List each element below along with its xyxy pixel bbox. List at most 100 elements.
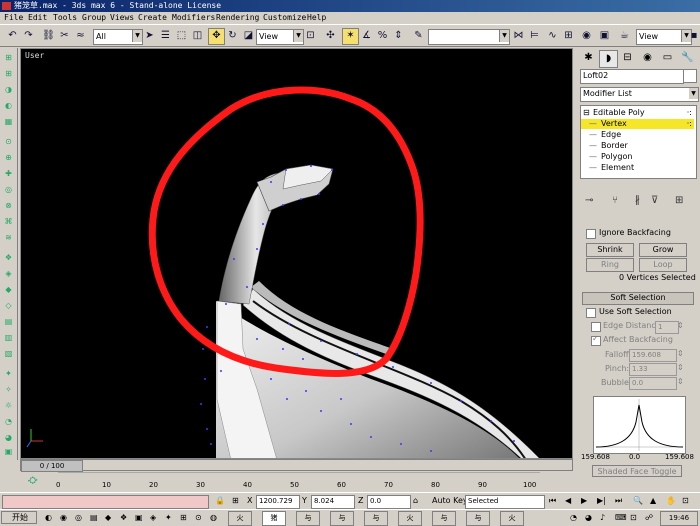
soft-selection-rollout-header[interactable]: Soft Selection: [582, 292, 694, 305]
quicklaunch-icon-8[interactable]: ◈: [150, 513, 156, 523]
select-scale-icon[interactable]: ◪: [240, 28, 257, 45]
render-last-icon[interactable]: ▪: [688, 28, 700, 45]
stack-item-border[interactable]: — Border: [581, 141, 694, 151]
z-coordinate-field[interactable]: 0.0: [367, 495, 411, 509]
track-bar[interactable]: 0 10 20 30 40 50 60 70 80 90 100: [20, 472, 550, 492]
object-name-field[interactable]: Loft02: [580, 69, 684, 84]
taskbar-item[interactable]: 火: [500, 511, 524, 526]
quicklaunch-icon-3[interactable]: ◎: [75, 513, 82, 523]
play-icon[interactable]: ▶: [581, 496, 587, 506]
start-button[interactable]: 开始: [1, 511, 37, 524]
quicklaunch-icon-4[interactable]: ▤: [90, 513, 98, 523]
bind-spacewarp-icon[interactable]: ≈: [72, 28, 89, 45]
unlink-icon[interactable]: ✂: [56, 28, 73, 45]
selection-filter-dropdown[interactable]: All ▼: [93, 29, 143, 45]
select-object-icon[interactable]: ➤: [141, 28, 158, 45]
tool-icon-11[interactable]: ⌘: [2, 216, 15, 227]
tray-icon-4[interactable]: ⌨: [615, 513, 627, 523]
quicklaunch-icon-10[interactable]: ⊞: [180, 513, 187, 523]
tool-icon-9[interactable]: ◎: [2, 184, 15, 195]
render-scene-icon[interactable]: ▣: [596, 28, 613, 45]
time-slider[interactable]: 0 / 100: [20, 459, 573, 472]
taskbar-item[interactable]: 火: [398, 511, 422, 526]
mirror-icon[interactable]: ⋈: [510, 28, 527, 45]
pivot-center-icon[interactable]: ⊡: [302, 28, 319, 45]
redo-icon[interactable]: ↷: [20, 28, 37, 45]
tool-icon-3[interactable]: ◑: [2, 84, 15, 95]
spinner-arrows-icon[interactable]: ⇕: [677, 377, 684, 387]
quicklaunch-icon-1[interactable]: ◐: [45, 513, 52, 523]
menu-views[interactable]: Views: [110, 12, 134, 24]
mini-listener-icon[interactable]: ⛮: [28, 476, 37, 486]
quicklaunch-icon-2[interactable]: ◉: [60, 513, 67, 523]
spinner-arrows-icon[interactable]: ⇕: [677, 349, 684, 359]
show-end-result-icon[interactable]: ⑂: [612, 195, 618, 206]
tool-icon-5[interactable]: ▦: [2, 116, 15, 127]
quicklaunch-icon-12[interactable]: ◍: [210, 513, 217, 523]
falloff-spinner[interactable]: 159.608: [629, 349, 677, 362]
select-by-name-icon[interactable]: ☰: [157, 28, 174, 45]
menu-edit[interactable]: Edit: [28, 12, 47, 24]
display-tab-icon[interactable]: ▭: [659, 50, 676, 66]
menu-rendering[interactable]: Rendering: [216, 12, 259, 24]
tray-icon-3[interactable]: ♪: [600, 513, 605, 523]
lock-selection-icon[interactable]: 🔒: [215, 496, 225, 506]
menu-customize[interactable]: Customize: [263, 12, 306, 24]
tool-icon-10[interactable]: ⊗: [2, 200, 15, 211]
ignore-backfacing-checkbox[interactable]: [586, 229, 596, 239]
schematic-view-icon[interactable]: ⊞: [560, 28, 577, 45]
link-icon[interactable]: ⛓: [40, 28, 57, 45]
tool-icon-14[interactable]: ◈: [2, 268, 15, 279]
quicklaunch-icon-7[interactable]: ▣: [135, 513, 143, 523]
next-frame-icon[interactable]: ▶|: [597, 496, 606, 506]
field-of-view-icon[interactable]: ▲: [650, 496, 656, 506]
stack-item-edge[interactable]: — Edge: [581, 130, 694, 140]
named-selection-dropdown[interactable]: ▼: [428, 29, 510, 45]
grow-button[interactable]: Grow: [639, 243, 687, 257]
utilities-tab-icon[interactable]: 🔧: [679, 50, 696, 66]
tool-icon-18[interactable]: ▥: [2, 332, 15, 343]
tool-icon-17[interactable]: ▤: [2, 316, 15, 327]
remove-modifier-icon[interactable]: ⊽: [651, 195, 658, 206]
select-rotate-icon[interactable]: ↻: [224, 28, 241, 45]
stack-item-element[interactable]: — Element: [581, 163, 694, 173]
quicklaunch-icon-6[interactable]: ❖: [120, 513, 127, 523]
y-coordinate-field[interactable]: 8.024: [311, 495, 355, 509]
ring-button[interactable]: Ring: [586, 258, 634, 272]
viewport-dropdown[interactable]: View ▼: [636, 29, 692, 45]
prev-frame-icon[interactable]: ◀: [565, 496, 571, 506]
loop-button[interactable]: Loop: [639, 258, 687, 272]
quicklaunch-icon-5[interactable]: ◆: [105, 513, 111, 523]
maximize-viewport-icon[interactable]: ⊡: [682, 496, 689, 506]
tray-icon-6[interactable]: ☍: [645, 513, 653, 523]
taskbar-item[interactable]: 火: [228, 511, 252, 526]
snap-toggle-icon[interactable]: ✶: [342, 28, 359, 45]
tool-icon-7[interactable]: ⊕: [2, 152, 15, 163]
stack-item-polygon[interactable]: — Polygon: [581, 152, 694, 162]
tray-icon-5[interactable]: ⊡: [630, 513, 637, 523]
rect-selection-icon[interactable]: ⬚: [173, 28, 190, 45]
stack-item-vertex[interactable]: — Vertex ·:: [581, 119, 694, 129]
goto-start-icon[interactable]: ⏮: [549, 496, 556, 506]
goto-end-icon[interactable]: ⏭: [615, 496, 622, 506]
zoom-icon[interactable]: 🔍: [633, 496, 643, 506]
taskbar-item[interactable]: 与: [296, 511, 320, 526]
taskbar-item[interactable]: 与: [466, 511, 490, 526]
spinner-arrows-icon[interactable]: ⇕: [677, 321, 684, 331]
angle-snap-icon[interactable]: ∡: [358, 28, 375, 45]
modifier-list-dropdown[interactable]: Modifier List ▼: [580, 87, 699, 102]
hierarchy-tab-icon[interactable]: ⊟: [619, 50, 636, 66]
ref-coord-dropdown[interactable]: View ▼: [256, 29, 304, 45]
menu-file[interactable]: File: [4, 12, 23, 24]
configure-sets-icon[interactable]: ⊞: [675, 195, 683, 206]
menu-group[interactable]: Group: [82, 12, 106, 24]
tray-icon-1[interactable]: ◔: [570, 513, 577, 523]
edge-distance-spinner[interactable]: 1: [655, 321, 679, 334]
collapse-icon[interactable]: ⊟: [583, 108, 590, 118]
pan-icon[interactable]: ✋: [666, 496, 676, 506]
window-crossing-icon[interactable]: ◫: [189, 28, 206, 45]
tool-icon-4[interactable]: ◐: [2, 100, 15, 111]
tool-icon-22[interactable]: ☼: [2, 400, 15, 411]
modify-tab-icon[interactable]: ◗: [599, 50, 618, 68]
taskbar-item[interactable]: 与: [330, 511, 354, 526]
